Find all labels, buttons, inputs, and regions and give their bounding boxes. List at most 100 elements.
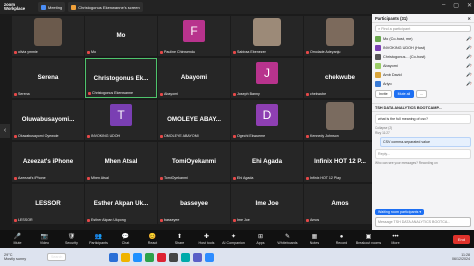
react-icon: 😊	[148, 233, 157, 240]
toolbar-label: AI Companion	[222, 240, 245, 245]
taskbar-app-icon[interactable]	[109, 252, 119, 262]
minimize-button[interactable]: –	[442, 2, 445, 9]
taskbar-app-icon[interactable]	[133, 252, 143, 262]
mute-all-button[interactable]: Mute all	[393, 90, 415, 98]
screen-share-icon	[71, 4, 77, 10]
participant-row[interactable]: Mo (Co-host, me) 🎤̸	[372, 34, 474, 43]
system-clock[interactable]: 11:28 06/12/2024	[452, 253, 470, 262]
mic-muted-icon[interactable]: 🎤̸	[466, 81, 471, 86]
taskbar-app-icon[interactable]	[157, 252, 167, 262]
muted-mic-icon	[14, 218, 17, 222]
mic-muted-icon[interactable]: 🎤̸	[466, 54, 471, 59]
participant-video-tile[interactable]: Mhen Atsal Mhen Atsal	[85, 142, 157, 182]
toolbar-mute-button[interactable]: 🎤 Mute	[4, 234, 31, 245]
participant-row[interactable]: Abayomi 🎤̸	[372, 61, 474, 70]
taskbar-app-icon[interactable]	[169, 252, 179, 262]
toolbar-apps-button[interactable]: ⊞ Apps	[247, 234, 274, 245]
muted-mic-icon	[160, 92, 163, 96]
reply-input[interactable]: Reply...	[375, 149, 471, 159]
muted-mic-icon	[306, 218, 309, 222]
participant-name: Christogonus Ekenwanne	[92, 91, 133, 95]
toolbar-video-button[interactable]: 📷 Video	[31, 234, 58, 245]
participant-name: Serena	[18, 92, 30, 96]
participant-video-tile[interactable]: F Pauline Chinwendu	[158, 16, 230, 56]
participant-video-tile[interactable]: Infinix HOT 12 P... Infinix HOT 12 Play	[304, 142, 376, 182]
chat-reply: CSV comma-separated value	[380, 137, 471, 147]
toolbar-record-button[interactable]: ● Record	[328, 234, 355, 245]
participant-video-tile[interactable]: Serena Serena	[12, 58, 84, 98]
participant-video-tile[interactable]: Ime Joe Ime Joe	[231, 184, 303, 224]
mic-muted-icon[interactable]: 🎤̸	[466, 45, 471, 50]
participant-name: Omolade Adeyanju	[310, 50, 341, 54]
taskbar-app-icon[interactable]	[181, 252, 191, 262]
invite-button[interactable]: Invite	[375, 90, 392, 98]
prev-page-button[interactable]: ‹	[0, 124, 10, 138]
taskbar-app-icon[interactable]	[205, 252, 215, 262]
mic-muted-icon[interactable]: 🎤̸	[466, 72, 471, 77]
participant-video-tile[interactable]: OMOLEYE ABAY... OMOLEYE ABAYOMI	[158, 100, 230, 140]
chat-message-input[interactable]: Message TSH DATA ANALYTICS BOOTCA...	[375, 217, 471, 227]
toolbar-whiteboards-button[interactable]: ✎ Whiteboards	[274, 234, 301, 245]
toolbar-breakout-rooms-button[interactable]: ▣ Breakout rooms	[355, 234, 382, 245]
participant-video-tile[interactable]: Abayomi Abayomi	[158, 58, 230, 98]
mic-muted-icon[interactable]: 🎤̸	[466, 36, 471, 41]
participant-video-tile[interactable]: olivia ymmie	[12, 16, 84, 56]
toolbar-security-button[interactable]: 🛡 Security	[58, 234, 85, 245]
taskbar-search[interactable]: Search	[47, 253, 67, 261]
participant-video-tile[interactable]: Christogonus Ek... Christogonus Ekenwanne	[85, 58, 157, 98]
reply-meta: Rizy 11:27	[375, 131, 390, 135]
toolbar-ai-companion-button[interactable]: ✦ AI Companion	[220, 234, 247, 245]
participant-video-tile[interactable]: basseyee basseyee	[158, 184, 230, 224]
participant-video-tile[interactable]: T INVOKING UDOH	[85, 100, 157, 140]
end-meeting-button[interactable]: End	[452, 234, 470, 244]
collapse-thread-link[interactable]: Collapse (2)	[375, 126, 471, 130]
taskbar-app-icon[interactable]	[145, 252, 155, 262]
participant-name-label: Kennedy Johnson	[306, 134, 339, 138]
participant-row[interactable]: Amb David 🎤̸	[372, 70, 474, 79]
participant-video-tile[interactable]: Kennedy Johnson	[304, 100, 376, 140]
participant-row[interactable]: INVOKING UDOH (Host) 🎤̸	[372, 43, 474, 52]
toolbar-chat-button[interactable]: 💬 Chat	[112, 234, 139, 245]
mic-muted-icon[interactable]: 🎤̸	[466, 63, 471, 68]
tab-meeting[interactable]: Meeting	[38, 2, 66, 12]
panel-close-icon[interactable]: ✕	[467, 16, 471, 21]
chat-recipient-select[interactable]: Waiting room participants ▾	[375, 209, 425, 215]
toolbar-notes-button[interactable]: ▦ Notes	[301, 234, 328, 245]
participant-video-tile[interactable]: chekwube chekwube	[304, 58, 376, 98]
participant-video-tile[interactable]: Mo Mo	[85, 16, 157, 56]
participant-video-tile[interactable]: D Ogechi Ekwueme	[231, 100, 303, 140]
more-options-button[interactable]: ...	[416, 90, 428, 98]
participant-video-tile[interactable]: TomiOyekanmi TomiOyekanmi	[158, 142, 230, 182]
toolbar-react-button[interactable]: 😊 React	[139, 234, 166, 245]
toolbar-label: Breakout rooms	[355, 240, 382, 245]
tab-shared-screen[interactable]: Christogonus Ekenwanne's screen	[68, 2, 143, 12]
participant-display-name: Azeezat's iPhone	[22, 158, 74, 165]
participant-video-tile[interactable]: LESSOR LESSOR	[12, 184, 84, 224]
close-button[interactable]: ✕	[467, 2, 472, 9]
participant-video-tile[interactable]: J Joseph Banny	[231, 58, 303, 98]
participant-display-name: Oluwabusayomi...	[21, 116, 75, 123]
participant-photo	[253, 18, 281, 46]
toolbar-share-button[interactable]: ⬆ Share	[166, 234, 193, 245]
participant-name: Mo	[91, 50, 96, 54]
participant-name-label: TomiOyekanmi	[160, 176, 188, 180]
participant-video-tile[interactable]: Amos Amos	[304, 184, 376, 224]
toolbar-more-button[interactable]: ••• More	[382, 234, 409, 245]
toolbar-host-tools-button[interactable]: ✚ Host tools	[193, 234, 220, 245]
participant-row[interactable]: Christogonus... (Co-host) 🎤̸	[372, 52, 474, 61]
participant-row[interactable]: Ariyo 🎤̸	[372, 79, 474, 88]
participant-video-tile[interactable]: Sabiraa Ebenezer	[231, 16, 303, 56]
weather-widget[interactable]: 29°C Mostly sunny	[4, 253, 44, 261]
participant-video-tile[interactable]: Omolade Adeyanju	[304, 16, 376, 56]
participant-video-tile[interactable]: Esther Akpan Uk... Esther Akpan Ukpong	[85, 184, 157, 224]
toolbar-participants-button[interactable]: 👥 Participants	[85, 234, 112, 245]
participant-search-input[interactable]: ⌕ Find a participant	[375, 25, 471, 32]
meeting-icon	[41, 4, 46, 10]
taskbar-app-icon[interactable]	[121, 252, 131, 262]
taskbar-app-icon[interactable]	[193, 252, 203, 262]
maximize-button[interactable]: ▢	[453, 2, 459, 9]
participant-video-tile[interactable]: Ehi Agada Ehi Agada	[231, 142, 303, 182]
participant-video-tile[interactable]: Azeezat's iPhone Azeezat's iPhone	[12, 142, 84, 182]
participant-video-tile[interactable]: Oluwabusayomi... Oluwabusayomi Oyewole	[12, 100, 84, 140]
muted-mic-icon	[87, 50, 90, 54]
